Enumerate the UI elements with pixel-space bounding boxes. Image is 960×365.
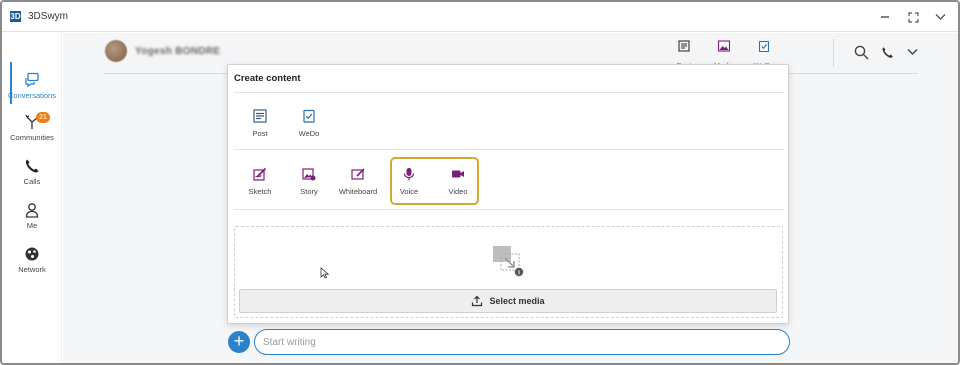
header-divider: [833, 39, 834, 67]
wedo-icon: [303, 109, 315, 123]
sidebar-item-conversations[interactable]: Conversations: [2, 70, 62, 112]
option-post[interactable]: Post: [236, 109, 284, 149]
voice-video-highlight: [390, 157, 479, 205]
story-icon: [302, 168, 316, 181]
mouse-cursor: [320, 267, 330, 279]
app-title: 3DSwym: [28, 11, 69, 22]
select-media-button[interactable]: Select media: [239, 289, 777, 313]
option-label: Story: [300, 187, 318, 196]
app-window: 3D 3DSwym Conversations 21 Communities C…: [0, 0, 960, 365]
fullscreen-icon[interactable]: [904, 8, 922, 26]
phone-icon: [25, 159, 39, 173]
sidebar: Conversations 21 Communities Calls Me Ne…: [2, 32, 62, 363]
search-icon[interactable]: [852, 43, 870, 61]
option-label: Post: [252, 129, 268, 138]
divider: [234, 209, 784, 210]
add-content-button[interactable]: +: [228, 331, 250, 353]
user-name[interactable]: Yogesh BONDRE: [135, 46, 220, 57]
call-icon[interactable]: [878, 43, 896, 61]
whiteboard-icon: [351, 168, 365, 180]
option-whiteboard[interactable]: Whiteboard: [334, 167, 382, 207]
post-icon: [253, 109, 267, 123]
divider: [234, 92, 784, 93]
popup-title: Create content: [234, 73, 301, 84]
option-story[interactable]: Story: [285, 167, 333, 207]
conversation-panel: Yogesh BONDRE Post Media WeDo: [63, 33, 958, 363]
title-bar: 3D 3DSwym: [2, 2, 958, 32]
divider: [234, 149, 784, 150]
media-upload-icon: i: [493, 246, 524, 277]
minimize-icon[interactable]: [876, 8, 894, 26]
compose-box[interactable]: [254, 329, 790, 355]
post-icon: [678, 40, 690, 52]
sidebar-item-me[interactable]: Me: [2, 200, 62, 242]
sidebar-item-network[interactable]: Network: [2, 244, 62, 286]
option-label: WeDo: [298, 129, 320, 138]
media-drop-zone[interactable]: i Select media: [234, 226, 783, 318]
sidebar-item-calls[interactable]: Calls: [2, 156, 62, 198]
option-sketch[interactable]: Sketch: [236, 167, 284, 207]
upload-icon: [472, 295, 483, 307]
sketch-icon: [253, 167, 267, 181]
sidebar-item-label: Conversations: [8, 91, 56, 100]
app-logo: 3D: [10, 11, 21, 22]
create-content-popup: Create content Post WeDo Sketch Story Wh…: [227, 64, 789, 324]
select-media-label: Select media: [489, 296, 545, 306]
option-label: Sketch: [248, 187, 272, 196]
sidebar-item-label: Network: [18, 265, 46, 274]
sidebar-item-label: Calls: [23, 177, 41, 186]
notification-badge: 21: [36, 112, 50, 123]
chevron-down-icon[interactable]: [931, 8, 949, 26]
svg-text:i: i: [518, 270, 520, 277]
media-icon: [717, 40, 731, 52]
user-icon: [25, 203, 39, 218]
chat-icon: [25, 72, 39, 88]
sidebar-item-label: Me: [26, 221, 38, 230]
chevron-down-icon[interactable]: [903, 43, 921, 61]
option-label: Whiteboard: [338, 187, 378, 196]
sidebar-item-communities[interactable]: 21 Communities: [2, 112, 62, 154]
network-icon: [25, 247, 39, 261]
option-wedo[interactable]: WeDo: [285, 109, 333, 149]
sidebar-item-label: Communities: [10, 133, 54, 142]
wedo-icon: [758, 40, 770, 53]
message-input[interactable]: [263, 335, 763, 350]
avatar[interactable]: [105, 40, 127, 62]
